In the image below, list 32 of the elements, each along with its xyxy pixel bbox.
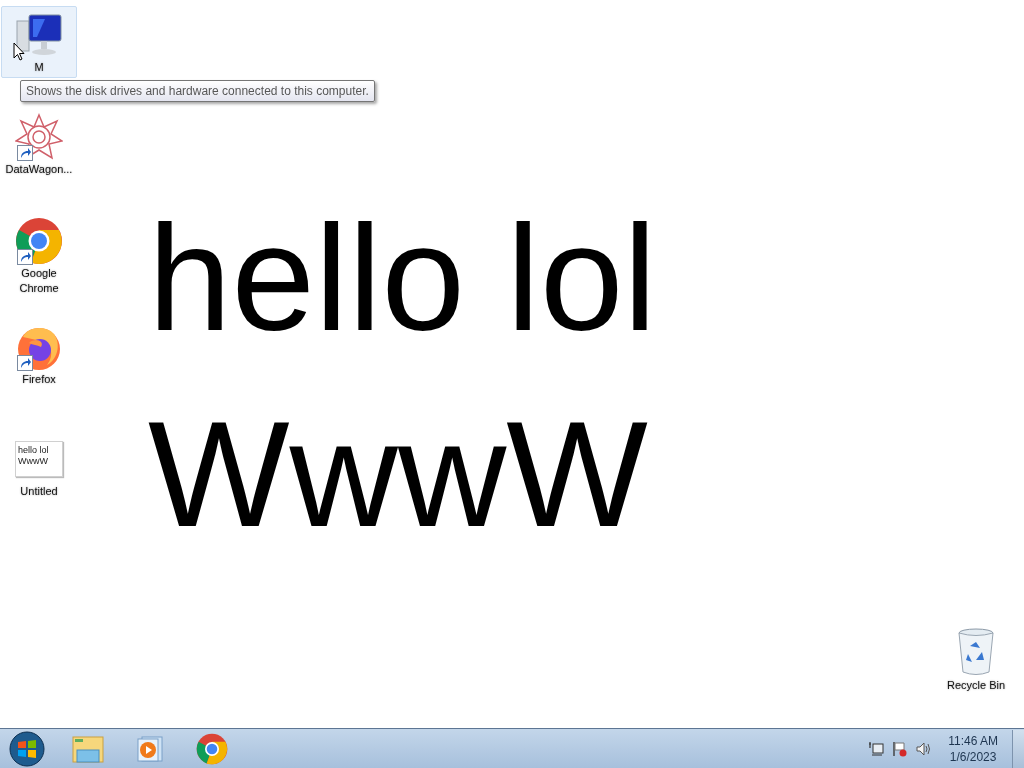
network-icon: [868, 740, 885, 757]
icon-label: Google Chrome: [18, 266, 60, 296]
icon-label: M: [33, 60, 45, 75]
desktop-icon[interactable]: Firefox: [1, 318, 77, 390]
clock-date: 1/6/2023: [949, 748, 997, 765]
show-desktop-button[interactable]: [1012, 729, 1024, 768]
tooltip: Shows the disk drives and hardware connected to this computer.: [20, 80, 375, 102]
desktop-icon[interactable]: Google Chrome: [1, 212, 77, 299]
icon-label: Recycle Bin: [946, 678, 1006, 693]
chrome-icon: [196, 732, 228, 765]
thumbnail-text: hello lol: [18, 445, 50, 456]
desktop-icon[interactable]: Recycle Bin: [938, 628, 1014, 693]
clock[interactable]: 11:46 AM 1/6/2023: [948, 732, 998, 765]
wallpaper-text: hello lol: [148, 193, 657, 364]
flag-icon: [892, 740, 909, 757]
desktop-icon[interactable]: hello lol WwwW Untitled: [1, 430, 77, 502]
mouse-cursor-icon: [13, 42, 25, 62]
thumbnail-text: WwwW: [18, 456, 49, 467]
speaker-icon: [916, 740, 933, 757]
media-player-icon: [136, 734, 164, 763]
recycle-bin-icon: [956, 628, 996, 678]
windows-logo-icon: [9, 730, 45, 767]
desktop-icon[interactable]: DataWagon...: [1, 108, 77, 180]
start-button[interactable]: [8, 729, 46, 768]
wallpaper-text: WwwW: [148, 389, 649, 560]
icon-label: DataWagon...: [4, 162, 74, 177]
clock-time: 11:46 AM: [948, 732, 998, 749]
desktop-icon[interactable]: M: [1, 6, 77, 78]
icon-label: Untitled: [19, 484, 59, 499]
folder-icon: [72, 733, 104, 764]
star-emblem-icon: [15, 113, 63, 161]
icon-label: Firefox: [21, 372, 57, 387]
